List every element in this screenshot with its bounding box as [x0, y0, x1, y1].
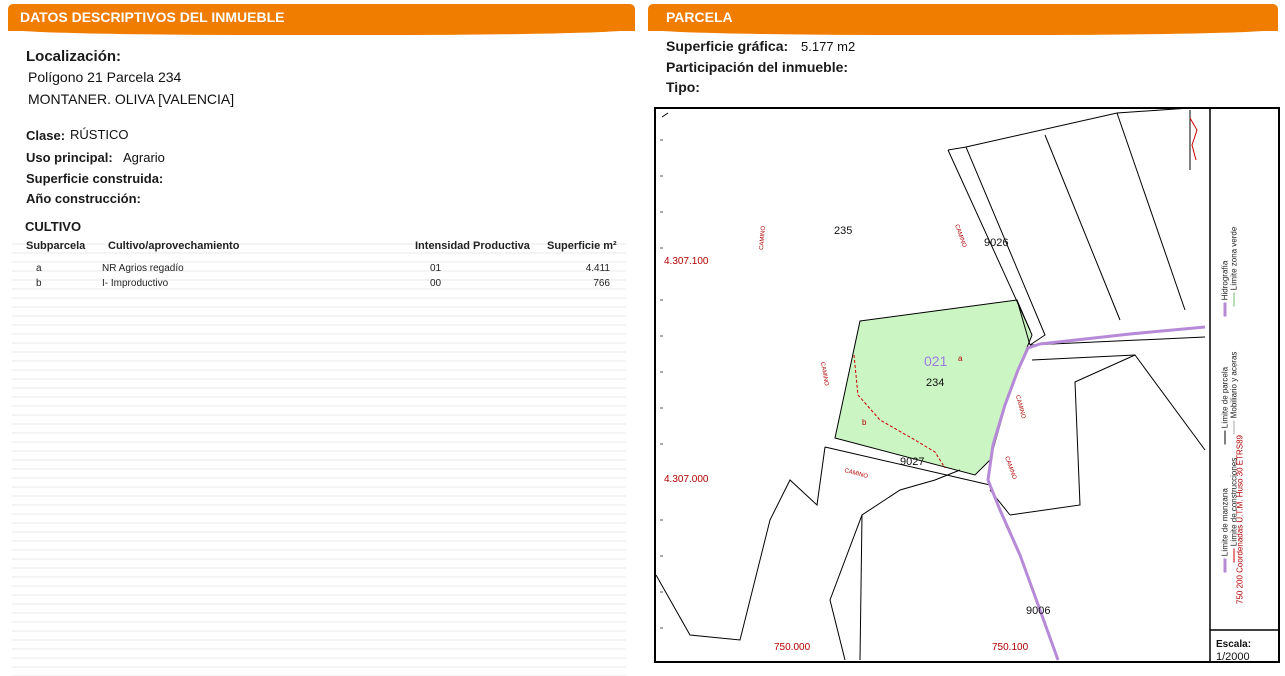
legend-coordenadas: 750 200 Coordenadas U.T.M. Huso 30 ETRS8… [1235, 435, 1245, 604]
cell-intensidad: 00 [430, 278, 442, 289]
cell-intensidad: 01 [430, 263, 442, 274]
legend-limite-parcela: Límite de parcela [1221, 295, 1230, 445]
cell-cultivo: I- Improductivo [102, 278, 169, 289]
legend-text: Límite zona verde [1229, 226, 1239, 291]
cadastral-map[interactable]: 4.307.100 4.307.000 750.000 750.100 235 … [654, 107, 1280, 663]
header-intensidad: Intensidad Productiva [415, 240, 530, 252]
legend-swatch [1223, 558, 1227, 573]
parcela-header: PARCELA [648, 4, 1278, 35]
legend-limite-zona-verde: Límite zona verde [1230, 157, 1239, 307]
uso-principal-value: Agrario [123, 150, 165, 165]
subparcel-a-label: a [958, 354, 963, 363]
road-9006-label: 9006 [1026, 605, 1051, 617]
road-9027-label: 9027 [900, 456, 925, 468]
superficie-construida-label: Superficie construida: [26, 171, 164, 186]
legend-text: Límite de parcela [1220, 366, 1230, 429]
uso-principal-label: Uso principal: [26, 150, 113, 165]
legend-limite-manzana: Límite de manzana [1221, 423, 1230, 573]
header-subparcela: Subparcela [26, 240, 86, 252]
address-line-1: Polígono 21 Parcela 234 [28, 69, 182, 85]
cell-cultivo: NR Agrios regadío [102, 263, 184, 274]
localizacion-label: Localización: [26, 48, 122, 65]
cultivo-title: CULTIVO [25, 219, 82, 234]
map-legend: Límite de manzana Límite de construccion… [1210, 107, 1280, 663]
hydro-line [986, 325, 1206, 661]
map-drawing [656, 109, 1278, 661]
coord-x-right: 750.100 [992, 642, 1029, 653]
cultivo-table [12, 236, 626, 676]
header-superficie: Superficie m² [547, 240, 617, 252]
road-9026-label: 9026 [984, 237, 1009, 249]
header-cultivo: Cultivo/aprovechamiento [108, 240, 240, 252]
coord-y-top: 4.307.100 [664, 256, 709, 267]
anio-construccion-label: Año construcción: [26, 191, 141, 206]
superficie-grafica-label: Superficie gráfica: [666, 38, 789, 54]
address-line-2: MONTANER. OLIVA [VALENCIA] [28, 91, 235, 107]
legend-text: Hidrografía [1220, 260, 1230, 301]
legend-mobiliario: Mobiliario y aceras [1230, 285, 1239, 435]
coord-y-bottom: 4.307.000 [664, 474, 709, 485]
superficie-grafica-value: 5.177 m2 [801, 39, 856, 54]
legend-text: Mobiliario y aceras [1229, 351, 1239, 419]
participacion-label: Participación del inmueble: [666, 59, 849, 75]
parcel-235-label: 235 [834, 225, 853, 237]
coord-x-left: 750.000 [774, 642, 811, 653]
clase-label: Clase: [26, 128, 66, 143]
subparcel-b-label: b [862, 418, 867, 427]
parcel-code-label: 021 [924, 353, 948, 369]
legend-swatch [1233, 292, 1235, 307]
legend-hidrografia: Hidrografía [1221, 167, 1230, 317]
legend-text: Límite de manzana [1220, 488, 1230, 557]
legend-swatch [1223, 302, 1227, 317]
cell-superficie: 766 [593, 278, 610, 289]
descriptive-data-header: DATOS DESCRIPTIVOS DEL INMUEBLE [8, 4, 635, 35]
parcel-234-label: 234 [926, 377, 945, 389]
clase-value: RÚSTICO [70, 127, 129, 142]
legend-swatch [1224, 430, 1226, 445]
cell-subparcela: a [36, 263, 42, 274]
tipo-label: Tipo: [666, 79, 700, 95]
cell-superficie: 4.411 [585, 263, 610, 274]
cell-subparcela: b [36, 278, 42, 289]
